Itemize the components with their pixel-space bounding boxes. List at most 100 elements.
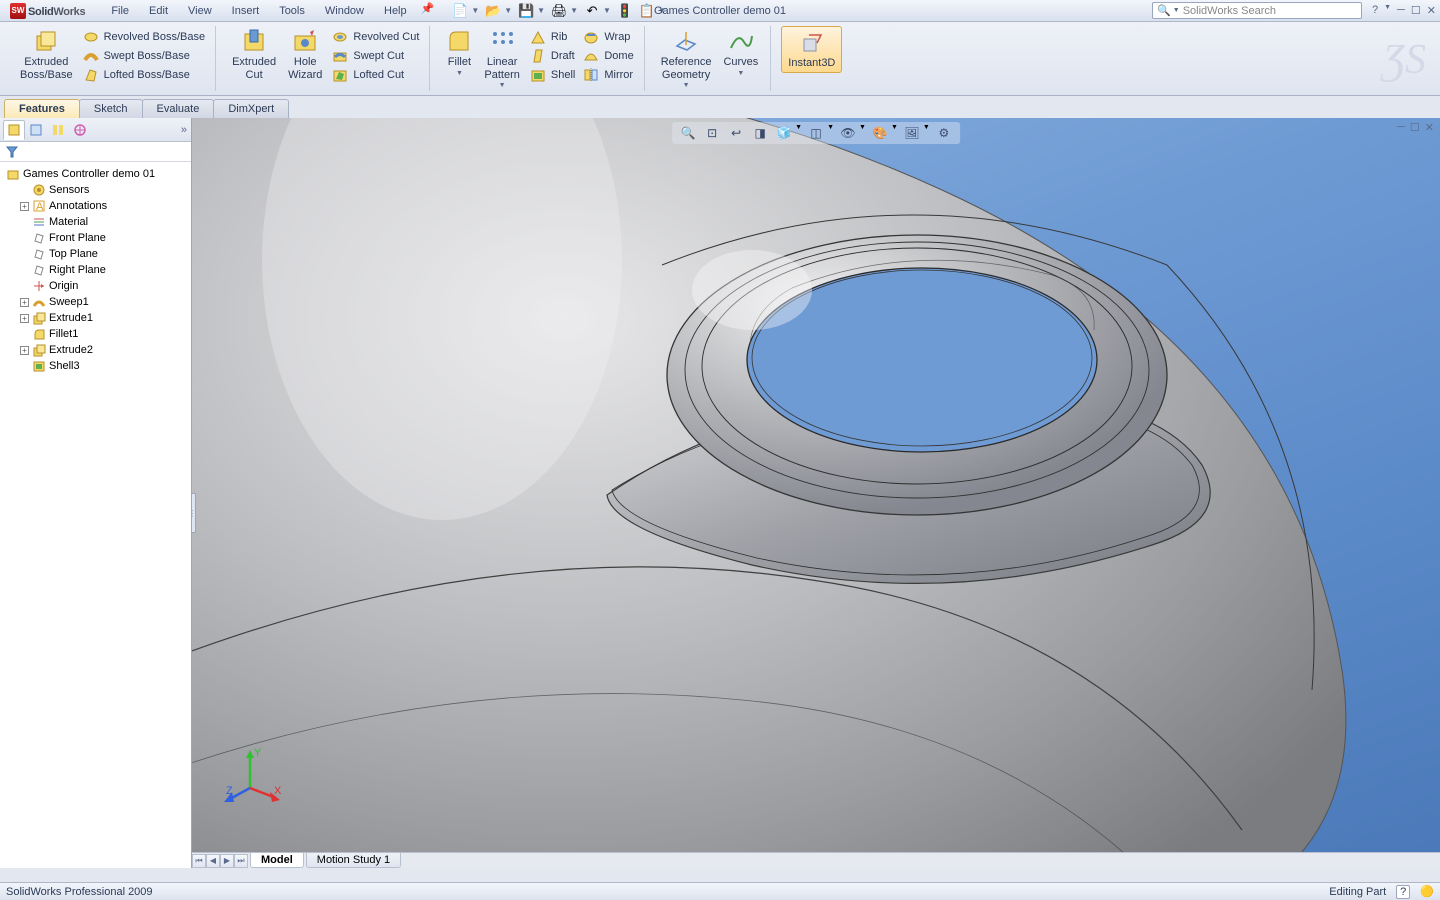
zoom-area-icon[interactable]: ⊡ bbox=[702, 124, 722, 142]
expand-toggle-icon[interactable]: + bbox=[20, 298, 29, 307]
menu-window[interactable]: Window bbox=[315, 2, 374, 20]
pin-icon[interactable]: 📌 bbox=[421, 2, 435, 20]
maximize-icon[interactable]: ☐ bbox=[1410, 121, 1420, 134]
tree-tab-property[interactable] bbox=[25, 120, 47, 140]
hide-show-icon[interactable]: 👁 bbox=[838, 124, 858, 142]
help-icon[interactable]: ? bbox=[1372, 4, 1378, 17]
revolved-cut-button[interactable]: Revolved Cut bbox=[328, 28, 423, 46]
expand-toggle-icon[interactable]: + bbox=[20, 202, 29, 211]
dropdown-icon[interactable]: ▼ bbox=[891, 124, 898, 142]
lofted-cut-button[interactable]: Lofted Cut bbox=[328, 66, 423, 84]
menu-edit[interactable]: Edit bbox=[139, 2, 178, 20]
dropdown-icon[interactable]: ▼ bbox=[537, 6, 545, 15]
mirror-button[interactable]: Mirror bbox=[579, 66, 637, 84]
section-view-icon[interactable]: ◨ bbox=[750, 124, 770, 142]
edit-appearance-icon[interactable]: 🎨 bbox=[870, 124, 890, 142]
reference-geometry-button[interactable]: Reference Geometry▼ bbox=[655, 26, 718, 92]
extruded-cut-button[interactable]: Extruded Cut bbox=[226, 26, 282, 83]
swept-boss-button[interactable]: Swept Boss/Base bbox=[79, 47, 210, 65]
dropdown-icon[interactable]: ▼ bbox=[1384, 4, 1391, 17]
view-orientation-icon[interactable]: 🧊 bbox=[774, 124, 794, 142]
display-style-icon[interactable]: ◫ bbox=[806, 124, 826, 142]
tree-tab-dimxpert[interactable] bbox=[69, 120, 91, 140]
dropdown-icon[interactable]: ▼ bbox=[923, 124, 930, 142]
print-icon[interactable]: 🖨 bbox=[551, 3, 567, 19]
close-icon[interactable]: ✕ bbox=[1425, 121, 1434, 134]
dropdown-icon[interactable]: ▼ bbox=[504, 6, 512, 15]
menu-tools[interactable]: Tools bbox=[269, 2, 315, 20]
dropdown-icon[interactable]: ▼ bbox=[603, 6, 611, 15]
tab-evaluate[interactable]: Evaluate bbox=[142, 99, 215, 118]
tree-item[interactable]: Sensors bbox=[2, 182, 189, 198]
menu-insert[interactable]: Insert bbox=[222, 2, 270, 20]
tree-item[interactable]: Origin bbox=[2, 278, 189, 294]
menu-view[interactable]: View bbox=[178, 2, 222, 20]
expand-toggle-icon[interactable]: + bbox=[20, 346, 29, 355]
dropdown-icon[interactable]: ▼ bbox=[795, 124, 802, 142]
undo-icon[interactable]: ↶ bbox=[584, 3, 600, 19]
tree-item[interactable]: +Sweep1 bbox=[2, 294, 189, 310]
minimize-icon[interactable]: ─ bbox=[1397, 121, 1405, 134]
view-settings-icon[interactable]: ⚙ bbox=[934, 124, 954, 142]
curves-button[interactable]: Curves▼ bbox=[717, 26, 764, 80]
search-box[interactable]: 🔍▼ bbox=[1152, 2, 1362, 19]
status-rebuild-icon[interactable]: 🟡 bbox=[1420, 885, 1434, 898]
tab-prev-icon[interactable]: ◀ bbox=[206, 854, 220, 868]
tree-item[interactable]: +Extrude1 bbox=[2, 310, 189, 326]
status-help-icon[interactable]: ? bbox=[1396, 885, 1410, 899]
tab-motion-study[interactable]: Motion Study 1 bbox=[306, 853, 401, 868]
orientation-triad-icon[interactable]: Y X Z bbox=[222, 746, 282, 806]
rebuild-icon[interactable]: 🚦 bbox=[617, 3, 633, 19]
hole-wizard-button[interactable]: Hole Wizard bbox=[282, 26, 328, 83]
minimize-icon[interactable]: ─ bbox=[1397, 4, 1405, 17]
revolved-boss-button[interactable]: Revolved Boss/Base bbox=[79, 28, 210, 46]
tree-item[interactable]: Top Plane bbox=[2, 246, 189, 262]
dome-button[interactable]: Dome bbox=[579, 47, 637, 65]
tree-filter[interactable] bbox=[0, 142, 191, 162]
search-input[interactable] bbox=[1183, 5, 1357, 17]
fillet-button[interactable]: Fillet▼ bbox=[440, 26, 478, 80]
tab-next-icon[interactable]: ▶ bbox=[220, 854, 234, 868]
expand-toggle-icon[interactable]: + bbox=[20, 314, 29, 323]
close-icon[interactable]: ✕ bbox=[1427, 4, 1436, 17]
tree-tab-config[interactable] bbox=[47, 120, 69, 140]
options-icon[interactable]: 📋 bbox=[639, 3, 655, 19]
tree-item[interactable]: Material bbox=[2, 214, 189, 230]
draft-button[interactable]: Draft bbox=[526, 47, 579, 65]
tree-root[interactable]: Games Controller demo 01 bbox=[2, 166, 189, 182]
lofted-boss-button[interactable]: Lofted Boss/Base bbox=[79, 66, 210, 84]
tree-item[interactable]: Right Plane bbox=[2, 262, 189, 278]
tab-dimxpert[interactable]: DimXpert bbox=[213, 99, 289, 118]
tree-tab-feature[interactable] bbox=[3, 120, 25, 140]
tab-features[interactable]: Features bbox=[4, 99, 80, 118]
feature-tree[interactable]: Games Controller demo 01 Sensors+AAnnota… bbox=[0, 162, 191, 868]
previous-view-icon[interactable]: ↩ bbox=[726, 124, 746, 142]
tab-sketch[interactable]: Sketch bbox=[79, 99, 143, 118]
menu-file[interactable]: File bbox=[101, 2, 139, 20]
linear-pattern-button[interactable]: Linear Pattern▼ bbox=[478, 26, 525, 92]
dropdown-icon[interactable]: ▼ bbox=[570, 6, 578, 15]
tree-item[interactable]: Front Plane bbox=[2, 230, 189, 246]
zoom-fit-icon[interactable]: 🔍 bbox=[678, 124, 698, 142]
menu-help[interactable]: Help bbox=[374, 2, 417, 20]
open-icon[interactable]: 📂 bbox=[485, 3, 501, 19]
dropdown-icon[interactable]: ▼ bbox=[827, 124, 834, 142]
instant3d-button[interactable]: Instant3D bbox=[781, 26, 842, 73]
tab-first-icon[interactable]: ⏮ bbox=[192, 854, 206, 868]
rib-button[interactable]: Rib bbox=[526, 28, 579, 46]
tree-item[interactable]: +Extrude2 bbox=[2, 342, 189, 358]
dropdown-icon[interactable]: ▼ bbox=[1173, 7, 1180, 14]
tree-item[interactable]: +AAnnotations bbox=[2, 198, 189, 214]
tree-item[interactable]: Shell3 bbox=[2, 358, 189, 374]
viewport-3d[interactable]: ⋮ bbox=[192, 118, 1440, 868]
extruded-boss-button[interactable]: Extruded Boss/Base bbox=[14, 26, 79, 83]
shell-button[interactable]: Shell bbox=[526, 66, 579, 84]
new-icon[interactable]: 📄 bbox=[452, 3, 468, 19]
maximize-icon[interactable]: ☐ bbox=[1411, 4, 1421, 17]
tab-model[interactable]: Model bbox=[250, 853, 304, 868]
save-icon[interactable]: 💾 bbox=[518, 3, 534, 19]
tab-last-icon[interactable]: ⏭ bbox=[234, 854, 248, 868]
dropdown-icon[interactable]: ▼ bbox=[471, 6, 479, 15]
swept-cut-button[interactable]: Swept Cut bbox=[328, 47, 423, 65]
splitter-handle[interactable]: ⋮ bbox=[192, 493, 196, 533]
